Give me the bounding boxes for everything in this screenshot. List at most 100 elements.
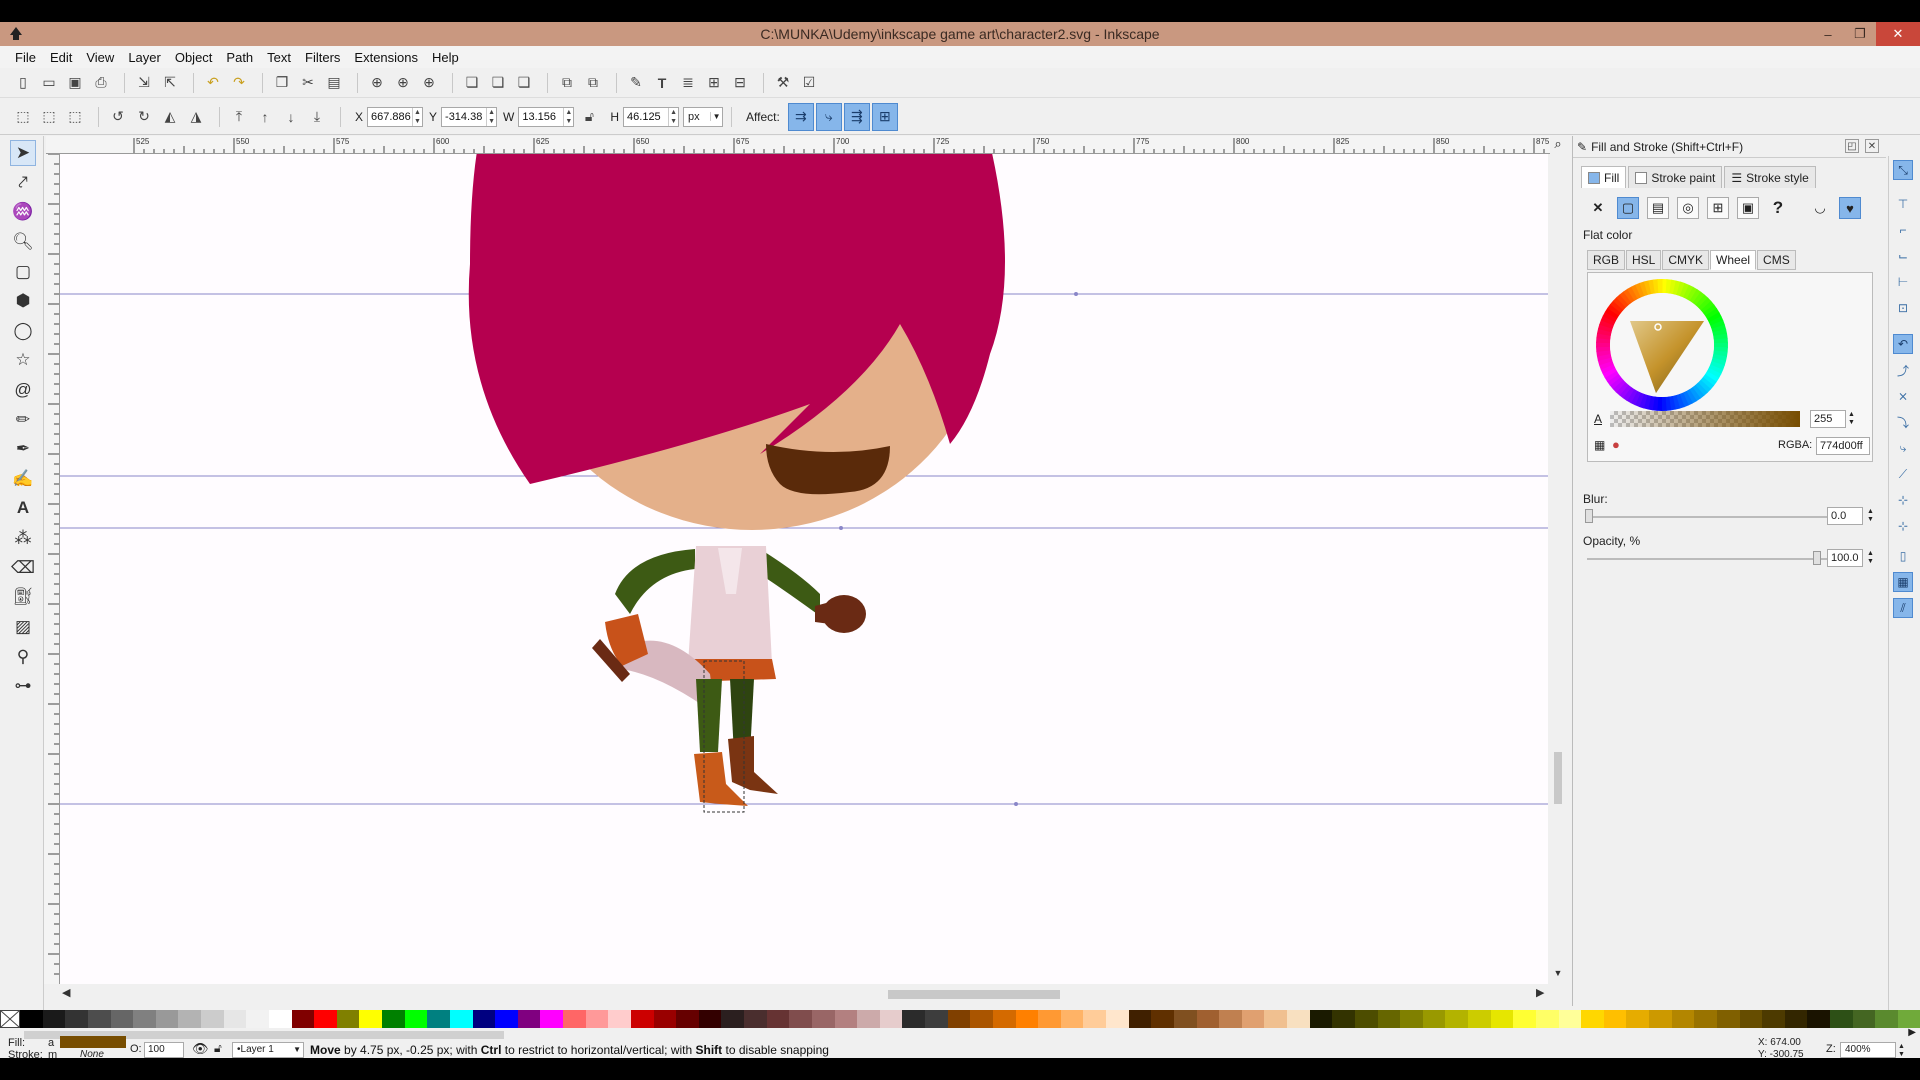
snap-bbox-center-icon[interactable]: ⊡ [1893, 298, 1913, 318]
palette-swatch[interactable] [1671, 1010, 1695, 1028]
palette-swatch[interactable] [110, 1010, 134, 1028]
palette-swatch[interactable] [42, 1010, 66, 1028]
eraser-tool-icon[interactable]: ⌫ [10, 555, 36, 581]
star-tool-icon[interactable]: ☆ [10, 347, 36, 373]
palette-swatch[interactable] [585, 1010, 609, 1028]
menu-view[interactable]: View [81, 50, 123, 65]
spiral-tool-icon[interactable]: @ [10, 377, 36, 403]
horizontal-scroll-thumb[interactable] [888, 990, 1060, 999]
palette-swatch[interactable] [178, 1010, 201, 1028]
snap-smooth-icon[interactable]: ⤷ [1893, 438, 1913, 458]
new-document-icon[interactable]: ▯ [12, 72, 34, 94]
open-file-icon[interactable]: ▭ [38, 72, 60, 94]
save-icon[interactable]: ▣ [64, 72, 86, 94]
fill-rule-evenodd-icon[interactable]: ◡ [1809, 197, 1831, 219]
unit-select[interactable]: px ▼ [683, 106, 724, 127]
palette-swatch[interactable] [608, 1010, 631, 1028]
palette-swatch[interactable] [1083, 1010, 1106, 1028]
snap-object-center-icon[interactable]: ⊹ [1893, 490, 1913, 510]
no-paint-icon[interactable]: ✕ [1587, 197, 1609, 219]
zoom-tool-icon[interactable]: 🔍︎ [10, 229, 36, 255]
flip-horizontal-icon[interactable]: ◭ [159, 106, 181, 128]
palette-swatch[interactable] [1558, 1010, 1582, 1028]
blur-slider-knob[interactable] [1585, 509, 1593, 523]
palette-swatch[interactable] [834, 1010, 858, 1028]
palette-swatch[interactable] [1830, 1010, 1853, 1028]
palette-swatch[interactable] [20, 1010, 43, 1028]
redo-icon[interactable]: ↷ [228, 72, 250, 94]
vertical-scroll-thumb[interactable] [1554, 752, 1562, 804]
snap-bbox-corner-icon[interactable]: ⌙ [1893, 246, 1913, 266]
text-tool-icon[interactable]: A [10, 495, 36, 521]
menu-filters[interactable]: Filters [300, 50, 349, 65]
document-properties-icon[interactable]: ☑ [798, 72, 820, 94]
paint-bucket-tool-icon[interactable]: ⛽︎ [10, 584, 36, 610]
pattern-icon[interactable]: ▣ [1737, 197, 1759, 219]
snap-midpoint-icon[interactable]: ⟋ [1893, 464, 1913, 484]
palette-swatch[interactable] [314, 1010, 337, 1028]
unlink-clone-icon[interactable]: ❏ [513, 72, 535, 94]
lock-ratio-icon[interactable]: 🔓︎ [578, 106, 600, 128]
scale-stroke-icon[interactable]: ⇉ [787, 102, 814, 131]
palette-swatch[interactable] [1852, 1010, 1876, 1028]
palette-swatch[interactable] [1309, 1010, 1333, 1028]
flat-color-icon[interactable]: ▢ [1617, 197, 1639, 219]
cut-icon[interactable]: ✂ [297, 72, 319, 94]
palette-swatch[interactable] [1626, 1010, 1649, 1028]
opacity-slider-knob[interactable] [1813, 551, 1821, 565]
character-left-arm[interactable] [615, 549, 695, 614]
deselect-icon[interactable]: ⬚ [64, 106, 86, 128]
palette-swatch[interactable] [404, 1010, 428, 1028]
palette-swatch[interactable] [517, 1010, 541, 1028]
scroll-right-icon[interactable]: ▶ [1536, 986, 1544, 999]
layer-select[interactable]: •Layer 1 ▼ [232, 1042, 304, 1058]
palette-swatch[interactable] [1694, 1010, 1717, 1028]
palette-swatch[interactable] [1264, 1010, 1287, 1028]
w-spinbox[interactable]: ▲▼ [518, 106, 575, 127]
paste-icon[interactable]: ▤ [323, 72, 345, 94]
palette-swatch[interactable] [1603, 1010, 1627, 1028]
palette-swatch[interactable] [789, 1010, 812, 1028]
export-icon[interactable]: ⇱ [159, 72, 181, 94]
palette-swatch[interactable] [1219, 1010, 1242, 1028]
print-icon[interactable]: ⎙ [90, 72, 112, 94]
layers-dialog-icon[interactable]: ≣ [677, 72, 699, 94]
tab-cmyk[interactable]: CMYK [1662, 250, 1710, 270]
copy-icon[interactable]: ❐ [271, 72, 293, 94]
scroll-down-icon[interactable]: ▼ [1548, 968, 1568, 978]
linear-gradient-icon[interactable]: ▤ [1647, 197, 1669, 219]
tweak-tool-icon[interactable]: ♒ [10, 199, 36, 225]
fill-rule-nonzero-icon[interactable]: ♥ [1839, 197, 1861, 219]
pencil-tool-icon[interactable]: ✏ [10, 407, 36, 433]
palette-swatch[interactable] [947, 1010, 971, 1028]
raise-icon[interactable]: ↑ [254, 106, 276, 128]
palette-swatch[interactable] [540, 1010, 563, 1028]
connector-tool-icon[interactable]: ⊶ [10, 673, 36, 699]
lower-icon[interactable]: ↓ [280, 106, 302, 128]
character-right-boot[interactable] [728, 736, 778, 794]
vertical-scrollbar[interactable]: ▼ [1548, 154, 1568, 984]
dropper-tool-icon[interactable]: ⚲ [10, 644, 36, 670]
spray-tool-icon[interactable]: ⁂ [10, 525, 36, 551]
rotate-cw-icon[interactable]: ↻ [133, 106, 155, 128]
zoom-corner-icon[interactable]: ⌕ [1548, 136, 1568, 154]
zoom-input[interactable]: 400% [1840, 1042, 1896, 1058]
palette-swatch[interactable] [925, 1010, 948, 1028]
menu-help[interactable]: Help [427, 50, 468, 65]
3d-box-tool-icon[interactable]: ⬢ [10, 288, 36, 314]
palette-swatch[interactable] [65, 1010, 88, 1028]
palette-swatch[interactable] [1173, 1010, 1197, 1028]
opacity-slider[interactable] [1587, 558, 1827, 560]
horizontal-scrollbar[interactable]: ◀ ▶ [60, 984, 1550, 1004]
rectangle-tool-icon[interactable]: ▢ [10, 259, 36, 285]
palette-swatch[interactable] [201, 1010, 224, 1028]
fill-stroke-dialog-icon[interactable]: ✎ [625, 72, 647, 94]
unset-paint-icon[interactable]: ? [1767, 197, 1789, 219]
rgba-input[interactable]: 774d00ff [1816, 437, 1870, 455]
palette-swatch[interactable] [811, 1010, 835, 1028]
node-tool-icon[interactable]: ⤤ [10, 170, 36, 196]
blur-stepper-icon[interactable]: ▲ ▼ [1867, 508, 1874, 524]
xml-editor-icon[interactable]: ⊞ [703, 72, 725, 94]
blur-slider[interactable] [1587, 516, 1827, 518]
palette-swatch[interactable] [382, 1010, 405, 1028]
